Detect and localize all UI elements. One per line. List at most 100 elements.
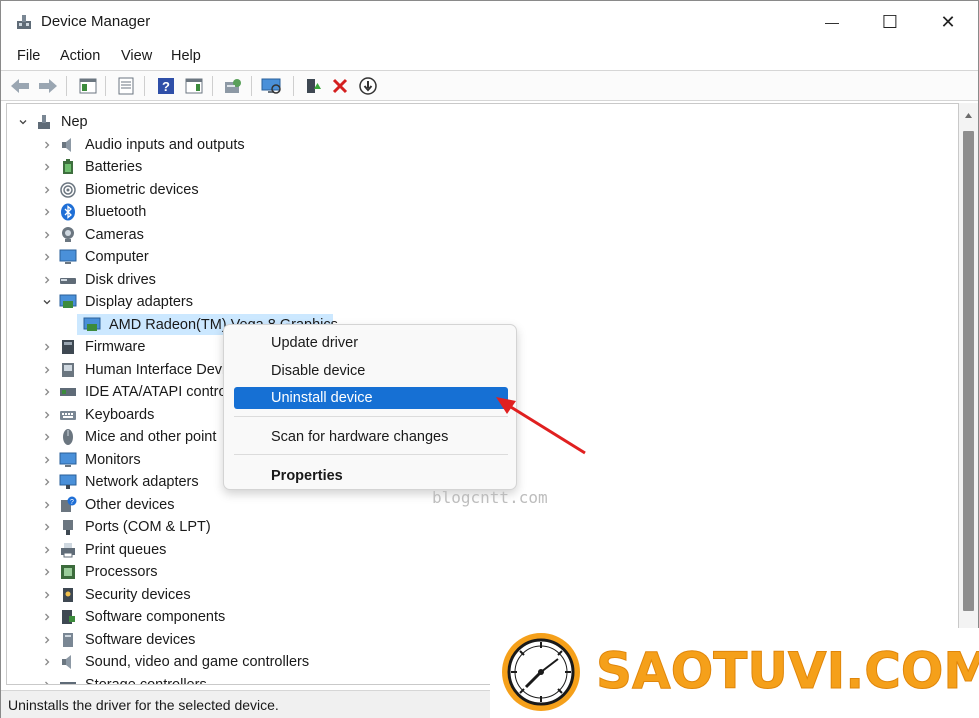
chevron-right-icon[interactable]	[42, 657, 52, 667]
expand-toggle[interactable]	[41, 161, 53, 173]
chevron-right-icon[interactable]	[42, 567, 52, 577]
expand-toggle[interactable]	[41, 521, 53, 533]
expand-toggle[interactable]	[41, 589, 53, 601]
action-pane-button[interactable]	[183, 75, 205, 97]
chevron-right-icon[interactable]	[42, 500, 52, 510]
tree-category-item[interactable]: Bluetooth	[7, 201, 957, 223]
tree-category-item[interactable]: Ports (COM & LPT)	[7, 516, 957, 538]
expand-toggle[interactable]	[41, 431, 53, 443]
keyboard-icon	[60, 410, 76, 420]
tree-root-nep[interactable]: Nep	[7, 111, 957, 133]
title-bar[interactable]: Device Manager — ☐ ✕	[1, 1, 978, 43]
tree-category-item[interactable]: Processors	[7, 561, 957, 583]
expand-toggle[interactable]	[41, 476, 53, 488]
chevron-right-icon[interactable]	[42, 455, 52, 465]
chevron-down-icon[interactable]	[42, 297, 52, 307]
expand-toggle[interactable]	[41, 656, 53, 668]
fingerprint-icon	[60, 181, 76, 198]
expand-toggle[interactable]	[41, 611, 53, 623]
chevron-right-icon[interactable]	[42, 365, 52, 375]
chevron-right-icon[interactable]	[42, 162, 52, 172]
tree-item-label: Human Interface Devi	[85, 361, 226, 378]
expand-toggle[interactable]	[41, 566, 53, 578]
maximize-button[interactable]: ☐	[861, 1, 919, 43]
disable-device-menu-item[interactable]: Disable device	[234, 360, 508, 382]
expand-toggle[interactable]	[41, 274, 53, 286]
expand-toggle[interactable]	[41, 409, 53, 421]
printer-icon	[61, 542, 75, 557]
chevron-right-icon[interactable]	[42, 680, 52, 686]
uninstall-device-menu-item[interactable]: Uninstall device	[234, 387, 508, 409]
properties-menu-item[interactable]: Properties	[234, 465, 508, 487]
bluetooth-icon	[61, 203, 75, 221]
vertical-scrollbar[interactable]	[959, 103, 978, 685]
update-driver-button[interactable]	[222, 75, 244, 97]
chevron-down-icon[interactable]	[18, 117, 28, 127]
expand-toggle[interactable]	[41, 679, 53, 686]
properties-button[interactable]	[115, 75, 137, 97]
scroll-thumb[interactable]	[963, 131, 974, 611]
minimize-button[interactable]: —	[803, 1, 861, 43]
uninstall-device-button[interactable]	[329, 75, 351, 97]
tree-category-item[interactable]: Audio inputs and outputs	[7, 134, 957, 156]
tree-category-item[interactable]: Software components	[7, 606, 957, 628]
forward-button[interactable]	[37, 75, 59, 97]
menu-view[interactable]: View	[121, 48, 152, 64]
tree-category-item[interactable]: Biometric devices	[7, 179, 957, 201]
expand-toggle[interactable]	[41, 296, 53, 308]
chevron-right-icon[interactable]	[42, 612, 52, 622]
expand-toggle[interactable]	[41, 206, 53, 218]
chevron-right-icon[interactable]	[42, 140, 52, 150]
expand-toggle[interactable]	[41, 251, 53, 263]
expand-toggle[interactable]	[41, 634, 53, 646]
expand-toggle[interactable]	[41, 364, 53, 376]
chevron-right-icon[interactable]	[42, 342, 52, 352]
chevron-right-icon[interactable]	[42, 590, 52, 600]
menu-action[interactable]: Action	[60, 48, 100, 64]
tree-category-item[interactable]: Disk drives	[7, 269, 957, 291]
expand-toggle[interactable]	[41, 544, 53, 556]
tree-category-item[interactable]: Security devices	[7, 584, 957, 606]
tree-category-item[interactable]: Batteries	[7, 156, 957, 178]
chevron-right-icon[interactable]	[42, 545, 52, 555]
update-driver-icon	[225, 79, 241, 93]
tree-category-item[interactable]: Computer	[7, 246, 957, 268]
expand-toggle[interactable]	[41, 139, 53, 151]
chevron-right-icon[interactable]	[42, 635, 52, 645]
chevron-right-icon[interactable]	[42, 477, 52, 487]
expand-toggle[interactable]	[41, 499, 53, 511]
chevron-right-icon[interactable]	[42, 185, 52, 195]
expand-toggle[interactable]	[41, 386, 53, 398]
expand-toggle[interactable]	[41, 184, 53, 196]
expand-toggle[interactable]	[41, 229, 53, 241]
tree-category-item[interactable]: Cameras	[7, 224, 957, 246]
console-tree-button[interactable]	[77, 75, 99, 97]
network-adapter-icon	[59, 474, 77, 489]
chevron-right-icon[interactable]	[42, 207, 52, 217]
expand-toggle[interactable]	[41, 454, 53, 466]
enable-device-button[interactable]	[302, 75, 324, 97]
disable-device-button[interactable]	[357, 75, 379, 97]
chevron-right-icon[interactable]	[42, 522, 52, 532]
scan-hardware-menu-item[interactable]: Scan for hardware changes	[234, 426, 508, 448]
help-button[interactable]: ?	[155, 75, 177, 97]
update-driver-menu-item[interactable]: Update driver	[234, 332, 508, 354]
chevron-right-icon[interactable]	[42, 275, 52, 285]
chevron-right-icon[interactable]	[42, 252, 52, 262]
tree-item-label: Processors	[85, 564, 158, 580]
chevron-right-icon[interactable]	[42, 230, 52, 240]
expand-toggle[interactable]	[41, 341, 53, 353]
tree-category-item[interactable]: Print queues	[7, 539, 957, 561]
scan-hardware-button[interactable]	[261, 75, 283, 97]
expand-toggle[interactable]	[17, 116, 29, 128]
back-button[interactable]	[9, 75, 31, 97]
chevron-right-icon[interactable]	[42, 387, 52, 397]
tree-item-label: Display adapters	[85, 294, 193, 310]
tree-category-item[interactable]: Display adapters	[7, 291, 957, 313]
chevron-right-icon[interactable]	[42, 432, 52, 442]
close-button[interactable]: ✕	[919, 1, 977, 43]
menu-file[interactable]: File	[17, 48, 40, 64]
chevron-right-icon[interactable]	[42, 410, 52, 420]
scroll-up-icon[interactable]	[964, 111, 973, 120]
menu-help[interactable]: Help	[171, 48, 201, 64]
